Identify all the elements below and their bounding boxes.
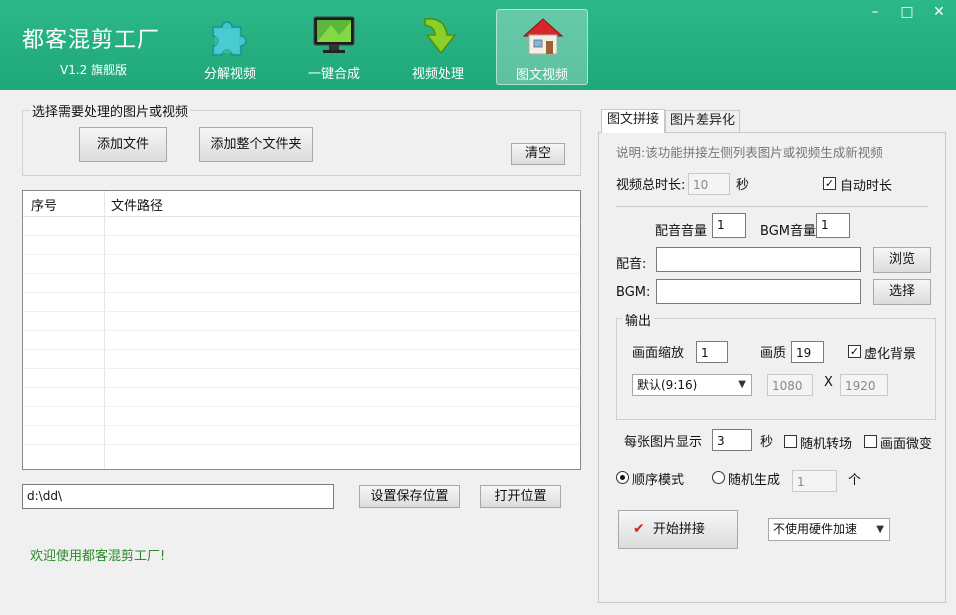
total-duration-input[interactable]: 10 bbox=[688, 173, 730, 195]
per-image-unit: 秒 bbox=[760, 435, 774, 450]
add-file-button[interactable]: 添加文件 bbox=[79, 127, 167, 162]
green-arrow-icon bbox=[424, 18, 457, 55]
sequential-mode-radio[interactable] bbox=[616, 471, 629, 484]
add-folder-button[interactable]: 添加整个文件夹 bbox=[199, 127, 313, 162]
description-text: 说明:该功能拼接左侧列表图片或视频生成新视频 bbox=[616, 145, 883, 160]
app-title: 都客混剪工厂 bbox=[22, 28, 161, 53]
file-list-table[interactable]: 序号 文件路径 bbox=[22, 190, 581, 470]
start-stitch-button[interactable]: ✔ 开始拼接 bbox=[618, 510, 738, 549]
aspect-ratio-value: 默认(9:16) bbox=[637, 378, 698, 392]
browse-button[interactable]: 浏览 bbox=[873, 247, 931, 273]
random-transition-label: 随机转场 bbox=[800, 437, 853, 452]
table-row bbox=[23, 273, 580, 274]
monitor-icon bbox=[313, 16, 355, 53]
auto-duration-checkbox[interactable]: ✓ bbox=[823, 177, 836, 190]
sequential-mode-label: 顺序模式 bbox=[632, 473, 685, 488]
voice-label: 配音: bbox=[616, 257, 647, 272]
auto-duration-label: 自动时长 bbox=[840, 179, 893, 194]
random-transition-checkbox[interactable] bbox=[784, 435, 797, 448]
tab-image-text-stitch[interactable]: 图文拼接 bbox=[601, 109, 665, 133]
nav-label: 分解视频 bbox=[203, 67, 256, 82]
bgm-file-input[interactable] bbox=[656, 279, 861, 304]
nav-image-text-video[interactable]: 图文视频 bbox=[496, 9, 588, 85]
voice-file-input[interactable] bbox=[656, 247, 861, 272]
minimize-button[interactable]: – bbox=[860, 2, 890, 22]
random-count-input[interactable]: 1 bbox=[792, 470, 837, 492]
divider bbox=[616, 206, 928, 207]
choose-button[interactable]: 选择 bbox=[873, 279, 931, 305]
voice-volume-input[interactable]: 1 bbox=[712, 213, 746, 238]
random-generate-label: 随机生成 bbox=[728, 473, 781, 488]
table-row bbox=[23, 292, 580, 293]
nav-decompose-video[interactable]: 分解视频 bbox=[184, 9, 276, 85]
file-select-group-title: 选择需要处理的图片或视频 bbox=[30, 101, 191, 120]
tab-image-differentiation[interactable]: 图片差异化 bbox=[665, 110, 740, 132]
micro-motion-checkbox[interactable] bbox=[864, 435, 877, 448]
per-image-duration-label: 每张图片显示 bbox=[624, 435, 703, 450]
hardware-acceleration-select[interactable]: 不使用硬件加速 ▼ bbox=[768, 518, 890, 541]
set-save-location-button[interactable]: 设置保存位置 bbox=[359, 485, 460, 508]
scale-label: 画面缩放 bbox=[632, 346, 685, 361]
table-row bbox=[23, 425, 580, 426]
check-icon: ✔ bbox=[633, 521, 645, 537]
puzzle-icon bbox=[212, 21, 247, 56]
aspect-ratio-select[interactable]: 默认(9:16) ▼ bbox=[632, 374, 752, 396]
scale-input[interactable]: 1 bbox=[696, 341, 728, 363]
app-version: V1.2 旗舰版 bbox=[60, 63, 128, 77]
width-input[interactable]: 1080 bbox=[767, 374, 813, 396]
blur-background-checkbox[interactable]: ✓ bbox=[848, 345, 861, 358]
nav-video-process[interactable]: 视频处理 bbox=[392, 9, 484, 85]
quality-input[interactable]: 19 bbox=[791, 341, 824, 363]
hardware-acceleration-value: 不使用硬件加速 bbox=[773, 522, 858, 536]
column-header-path[interactable]: 文件路径 bbox=[111, 195, 163, 214]
maximize-button[interactable]: □ bbox=[892, 2, 922, 22]
clear-button[interactable]: 清空 bbox=[511, 143, 565, 165]
dimension-separator: X bbox=[824, 375, 833, 390]
voice-volume-label: 配音音量 bbox=[655, 224, 708, 239]
title-bar: 都客混剪工厂 V1.2 旗舰版 分解视频 一键合成 视频处理 图文视频 – □ … bbox=[0, 0, 956, 90]
save-path-input[interactable]: d:\dd\ bbox=[22, 484, 334, 509]
nav-label: 视频处理 bbox=[411, 67, 464, 82]
nav-one-click-compose[interactable]: 一键合成 bbox=[288, 9, 380, 85]
bgm-label: BGM: bbox=[616, 285, 651, 300]
table-row bbox=[23, 349, 580, 350]
open-location-button[interactable]: 打开位置 bbox=[480, 485, 561, 508]
output-group bbox=[616, 318, 936, 420]
nav-label: 图文视频 bbox=[515, 68, 568, 83]
chevron-down-icon: ▼ bbox=[738, 379, 746, 390]
table-row bbox=[23, 444, 580, 445]
table-row bbox=[23, 368, 580, 369]
table-row bbox=[23, 330, 580, 331]
table-row bbox=[23, 235, 580, 236]
table-row bbox=[23, 311, 580, 312]
micro-motion-label: 画面微变 bbox=[880, 437, 933, 452]
blur-background-label: 虚化背景 bbox=[864, 347, 917, 362]
table-row bbox=[23, 387, 580, 388]
nav-label: 一键合成 bbox=[307, 67, 360, 82]
seconds-unit: 秒 bbox=[736, 178, 750, 193]
bgm-volume-input[interactable]: 1 bbox=[816, 213, 850, 238]
column-header-index[interactable]: 序号 bbox=[31, 195, 57, 214]
quality-label: 画质 bbox=[760, 346, 787, 361]
status-text: 欢迎使用都客混剪工厂! bbox=[30, 549, 166, 564]
height-input[interactable]: 1920 bbox=[840, 374, 888, 396]
close-button[interactable]: ✕ bbox=[924, 2, 954, 22]
total-duration-label: 视频总时长: bbox=[616, 178, 686, 193]
random-generate-radio[interactable] bbox=[712, 471, 725, 484]
table-row bbox=[23, 254, 580, 255]
table-row bbox=[23, 406, 580, 407]
count-unit: 个 bbox=[848, 473, 862, 488]
table-header: 序号 文件路径 bbox=[23, 191, 580, 217]
start-stitch-label: 开始拼接 bbox=[652, 522, 705, 537]
chevron-down-icon: ▼ bbox=[876, 524, 884, 535]
per-image-duration-input[interactable]: 3 bbox=[712, 429, 752, 451]
house-icon bbox=[522, 18, 564, 55]
output-group-title: 输出 bbox=[622, 310, 655, 329]
bgm-volume-label: BGM音量 bbox=[760, 224, 816, 239]
